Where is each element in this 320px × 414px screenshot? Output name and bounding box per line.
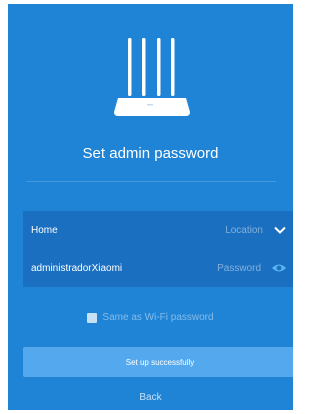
- router-icon: [114, 38, 190, 116]
- location-label: Location: [225, 224, 263, 236]
- same-as-wifi-checkbox[interactable]: [87, 312, 98, 323]
- set-up-button[interactable]: Set up successfully: [23, 347, 293, 377]
- chevron-down-icon[interactable]: [273, 225, 287, 235]
- back-button[interactable]: Back: [8, 392, 293, 403]
- same-as-wifi-option[interactable]: Same as Wi-Fi password: [8, 312, 293, 323]
- location-value: Home: [31, 224, 58, 236]
- location-select[interactable]: Home Location: [23, 211, 293, 249]
- setup-screen: Set admin password Home Location adminis…: [8, 4, 293, 410]
- password-value[interactable]: administradorXiaomi: [31, 263, 217, 274]
- page-title: Set admin password: [82, 145, 219, 162]
- password-field[interactable]: administradorXiaomi Password: [23, 249, 293, 287]
- password-label: Password: [217, 262, 261, 274]
- divider: [26, 181, 276, 182]
- same-as-wifi-label: Same as Wi-Fi password: [102, 312, 214, 323]
- eye-icon[interactable]: [271, 262, 287, 274]
